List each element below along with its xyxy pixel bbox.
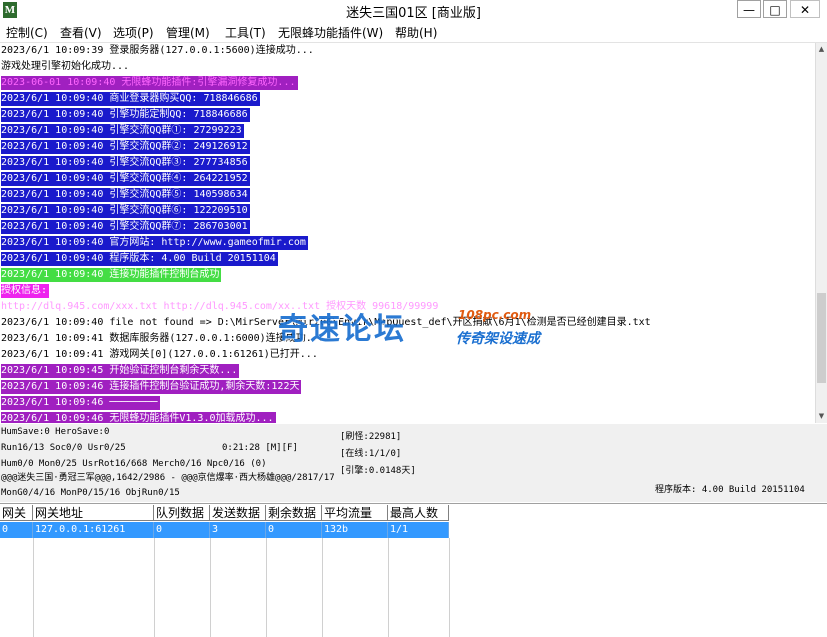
log-line: 2023/6/1 10:09:40 程序版本: 4.00 Build 20151… — [1, 252, 278, 266]
status-online: [在线:1/1/0] — [340, 449, 402, 459]
maximize-button[interactable]: □ — [763, 0, 787, 18]
scroll-down-icon[interactable]: ▼ — [816, 410, 827, 422]
log-line: 2023/6/1 10:09:40 连接功能插件控制台成功 — [1, 268, 222, 282]
status-engine: [引擎:0.0148天] — [340, 466, 416, 476]
cell-max-users[interactable]: 1/1 — [388, 522, 449, 538]
grid-line — [33, 538, 34, 637]
status-panel: HumSave:0 HeroSave:0 Run16/13 Soc0/0 Usr… — [0, 424, 827, 502]
log-panel[interactable]: 2023/6/1 10:09:39 登录服务器(127.0.0.1:5600)连… — [0, 43, 815, 423]
log-line: 2023/6/1 10:09:40 引擎交流QQ群②: 249126912 — [1, 140, 250, 154]
log-line: 2023/6/1 10:09:41 数据库服务器(127.0.0.1:6000)… — [1, 333, 324, 344]
grid-line — [210, 538, 211, 637]
scroll-thumb[interactable] — [817, 293, 826, 383]
cell-queue[interactable]: 0 — [154, 522, 210, 538]
cell-avg-flow[interactable]: 132b — [322, 522, 388, 538]
grid-line — [154, 538, 155, 637]
log-line: 2023/6/1 10:09:40 引擎交流QQ群⑥: 122209510 — [1, 204, 250, 218]
log-line: 2023/6/1 10:09:46 ──────── — [1, 396, 160, 410]
close-button[interactable]: ✕ — [790, 0, 820, 18]
status-mon: MonG0/4/16 MonP0/15/16 ObjRun0/15 — [1, 488, 180, 498]
cell-address[interactable]: 127.0.0.1:61261 — [33, 522, 154, 538]
log-line: 2023/6/1 10:09:40 引擎交流QQ群⑦: 286703001 — [1, 220, 250, 234]
window-title: 迷失三国01区 [商业版] — [346, 6, 481, 21]
title-bar: M 迷失三国01区 [商业版] — □ ✕ — [0, 0, 827, 21]
gateway-table[interactable]: 网关 网关地址 队列数据 发送数据 剩余数据 平均流量 最高人数 0 127.0… — [0, 503, 827, 637]
menu-bar: 控制(C) 查看(V) 选项(P) 管理(M) 工具(T) 无限蜂功能插件(W)… — [0, 22, 827, 43]
cell-gateway[interactable]: 0 — [0, 522, 33, 538]
grid-line — [388, 538, 389, 637]
column-header-address[interactable]: 网关地址 — [33, 505, 154, 521]
log-line: http://dlq.945.com/xxx.txt http://dlq.94… — [1, 300, 441, 314]
log-line: 2023/6/1 10:09:41 游戏网关[0](127.0.0.1:6126… — [1, 349, 318, 360]
log-line: 2023/6/1 10:09:40 引擎交流QQ群④: 264221952 — [1, 172, 250, 186]
menu-plugin[interactable]: 无限蜂功能插件(W) — [278, 24, 383, 41]
log-line: 游戏处理引擎初始化成功... — [1, 61, 130, 72]
column-header-max-users[interactable]: 最高人数 — [388, 505, 449, 521]
log-line: 2023-06-01 10:09:40 无限蜂功能插件:引擎漏洞修复成功... — [1, 76, 298, 90]
log-line: 授权信息: — [1, 284, 50, 298]
menu-manage[interactable]: 管理(M) — [166, 24, 210, 41]
log-scrollbar[interactable]: ▲ ▼ — [815, 43, 827, 423]
cell-sent[interactable]: 3 — [210, 522, 266, 538]
status-map: @@@迷失三国·勇冠三军@@@,1642/2986 - @@@京信爆率·西大杨雄… — [1, 473, 335, 483]
status-hum: Hum0/0 Mon0/25 UsrRot16/668 Merch0/16 Np… — [1, 459, 267, 469]
menu-help[interactable]: 帮助(H) — [395, 24, 437, 41]
status-run: Run16/13 Soc0/0 Usr0/25 — [1, 443, 126, 453]
status-version: 程序版本: 4.00 Build 20151104 — [655, 485, 805, 495]
column-header-queue[interactable]: 队列数据 — [154, 505, 210, 521]
menu-tools[interactable]: 工具(T) — [225, 24, 266, 41]
log-line: 2023/6/1 10:09:40 官方网站: http://www.gameo… — [1, 236, 308, 250]
column-header-gateway[interactable]: 网关 — [0, 505, 33, 521]
grid-line — [449, 538, 450, 637]
status-clock: 0:21:28 [M][F] — [222, 443, 298, 453]
status-hum-save: HumSave:0 HeroSave:0 — [1, 427, 110, 437]
status-brush: [刷怪:22981] — [340, 432, 402, 442]
log-line: 2023/6/1 10:09:40 引擎交流QQ群⑤: 140598634 — [1, 188, 250, 202]
cell-remaining[interactable]: 0 — [266, 522, 322, 538]
grid-line — [322, 538, 323, 637]
log-line: 2023/6/1 10:09:40 file not found => D:\M… — [1, 317, 651, 328]
log-line: 2023/6/1 10:09:45 开始验证控制台剩余天数... — [1, 364, 240, 378]
minimize-button[interactable]: — — [737, 0, 761, 18]
column-header-sent[interactable]: 发送数据 — [210, 505, 266, 521]
log-line: 2023/6/1 10:09:39 登录服务器(127.0.0.1:5600)连… — [1, 45, 314, 56]
scroll-up-icon[interactable]: ▲ — [816, 43, 827, 55]
menu-control[interactable]: 控制(C) — [6, 24, 48, 41]
menu-options[interactable]: 选项(P) — [113, 24, 154, 41]
log-line: 2023/6/1 10:09:40 引擎功能定制QQ: 718846686 — [1, 108, 250, 122]
log-line: 2023/6/1 10:09:40 商业登录器购买QQ: 718846686 — [1, 92, 260, 106]
grid-line — [266, 538, 267, 637]
log-line: 2023/6/1 10:09:40 引擎交流QQ群③: 277734856 — [1, 156, 250, 170]
column-header-remaining[interactable]: 剩余数据 — [266, 505, 322, 521]
menu-view[interactable]: 查看(V) — [60, 24, 102, 41]
log-line: 2023/6/1 10:09:46 无限蜂功能插件V1.3.0加载成功... — [1, 412, 276, 423]
log-line: 2023/6/1 10:09:40 引擎交流QQ群①: 27299223 — [1, 124, 244, 138]
column-header-avg-flow[interactable]: 平均流量 — [322, 505, 388, 521]
log-line: 2023/6/1 10:09:46 连接插件控制台验证成功,剩余天数:122天 — [1, 380, 302, 394]
